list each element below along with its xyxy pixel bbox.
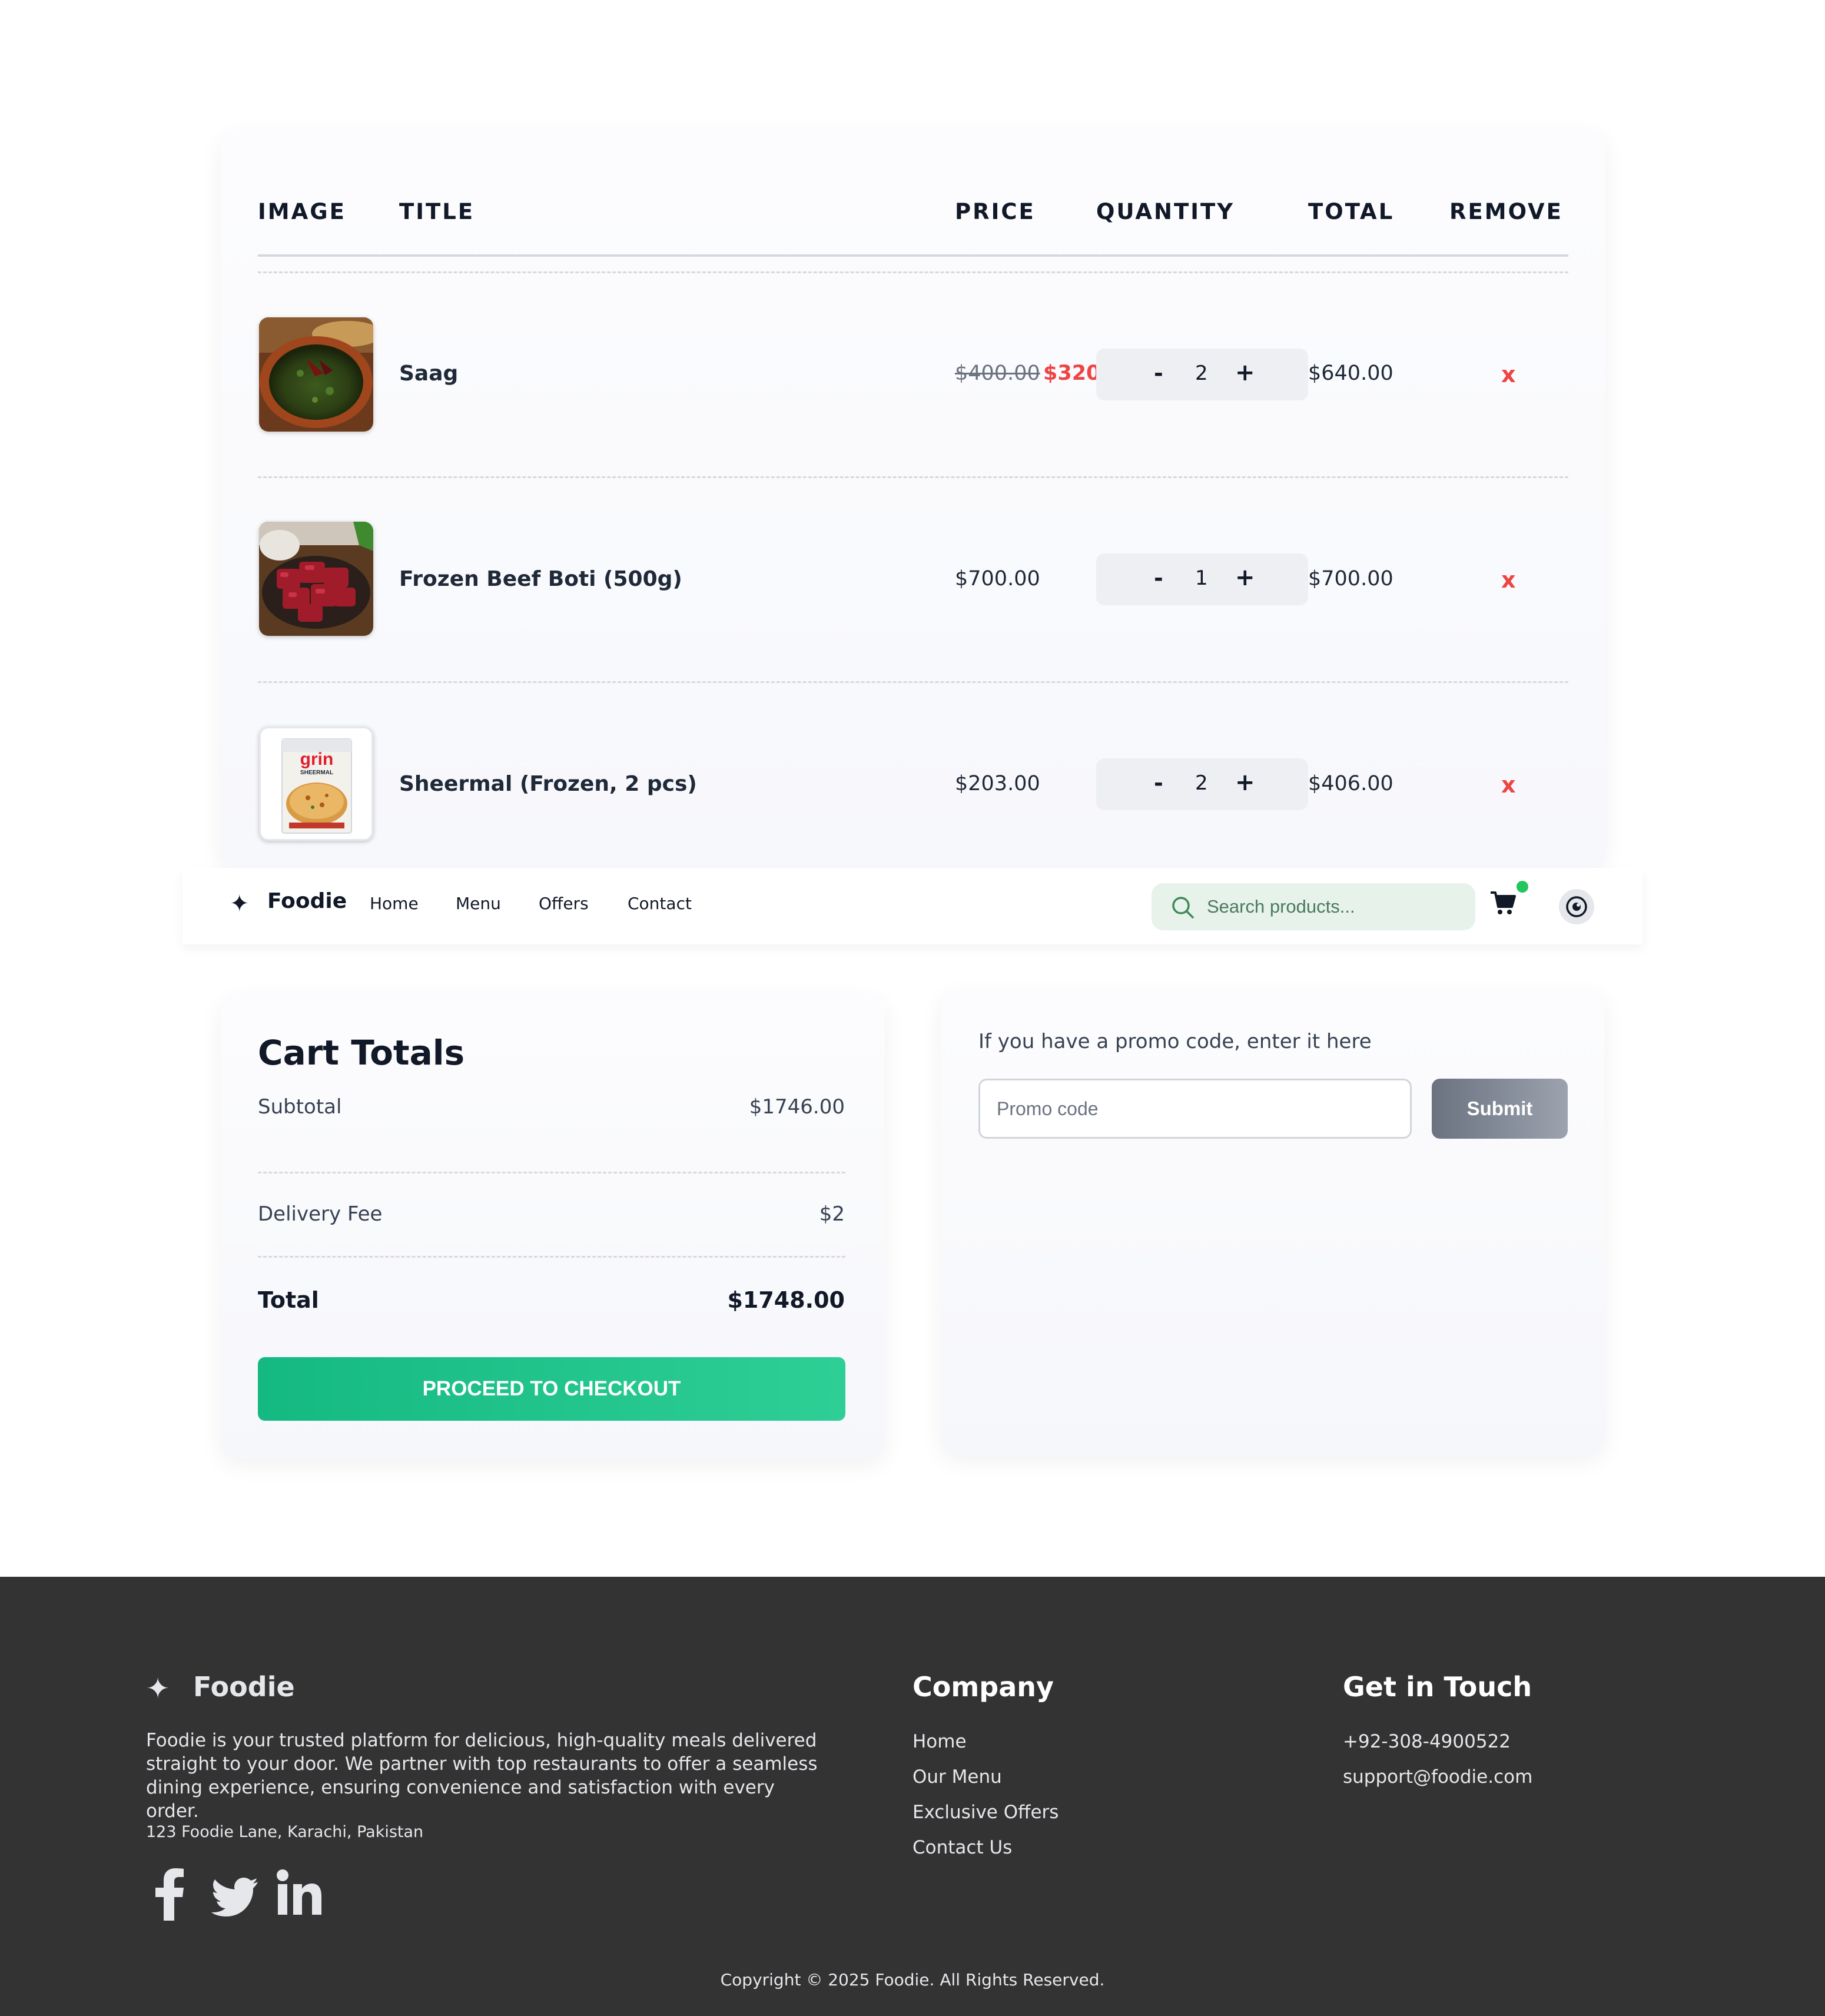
- promo-code-label: If you have a promo code, enter it here: [978, 1030, 1372, 1053]
- decrease-quantity-button[interactable]: -: [1154, 770, 1163, 796]
- header-image: IMAGE: [258, 199, 346, 224]
- product-image-beef-boti: [259, 522, 373, 636]
- search-icon[interactable]: [1170, 895, 1195, 920]
- subtotal-value: $1746.00: [749, 1095, 845, 1119]
- promo-submit-button[interactable]: Submit: [1432, 1079, 1568, 1139]
- package-brand: grin: [300, 750, 334, 769]
- cart-badge-dot: [1517, 881, 1528, 893]
- header-quantity: QUANTITY: [1096, 199, 1235, 224]
- subtotal-label: Subtotal: [258, 1095, 342, 1119]
- total-label: Total: [258, 1287, 319, 1313]
- sparkle-logo-icon: ✦: [230, 890, 250, 917]
- cart-totals-card: Cart Totals Subtotal $1746.00 Delivery F…: [221, 995, 885, 1459]
- footer-link-home[interactable]: Home: [912, 1731, 967, 1752]
- package-label: SHEERMAL: [300, 770, 333, 776]
- product-title[interactable]: Frozen Beef Boti (500g): [399, 567, 682, 591]
- footer-link-contact-us[interactable]: Contact Us: [912, 1837, 1012, 1858]
- remove-item-button[interactable]: x: [1501, 362, 1516, 387]
- increase-quantity-button[interactable]: +: [1235, 359, 1255, 386]
- product-title[interactable]: Sheermal (Frozen, 2 pcs): [399, 772, 697, 796]
- user-circle-icon: [1566, 896, 1587, 917]
- nav-link-home[interactable]: Home: [370, 894, 419, 913]
- line-total: $700.00: [1308, 567, 1393, 591]
- footer-description: Foodie is your trusted platform for deli…: [146, 1730, 818, 1822]
- footer-address: 123 Foodie Lane, Karachi, Pakistan: [146, 1823, 424, 1841]
- nav-logo[interactable]: Foodie: [267, 889, 347, 913]
- nav-link-contact[interactable]: Contact: [628, 894, 692, 913]
- product-sale-price: $320.: [1043, 362, 1096, 385]
- nav-link-offers[interactable]: Offers: [539, 894, 589, 913]
- increase-quantity-button[interactable]: +: [1235, 769, 1255, 796]
- header-remove: REMOVE: [1449, 199, 1563, 224]
- quantity-value: 1: [1195, 566, 1208, 590]
- footer: ✦ Foodie Foodie is your trusted platform…: [0, 1577, 1825, 2016]
- row-divider: [258, 271, 1568, 273]
- linkedin-icon[interactable]: [277, 1868, 321, 1921]
- promo-code-input[interactable]: [978, 1079, 1412, 1139]
- line-total: $406.00: [1308, 772, 1393, 795]
- delivery-fee-label: Delivery Fee: [258, 1202, 383, 1226]
- facebook-icon[interactable]: [154, 1868, 185, 1921]
- copyright-text: Copyright © 2025 Foodie. All Rights Rese…: [720, 1970, 1105, 1990]
- quantity-stepper: - 2 +: [1096, 349, 1308, 400]
- quantity-value: 2: [1195, 771, 1208, 795]
- header-title: TITLE: [399, 199, 475, 224]
- footer-link-exclusive-offers[interactable]: Exclusive Offers: [912, 1802, 1058, 1823]
- totals-divider: [258, 1172, 845, 1173]
- company-heading: Company: [912, 1671, 1054, 1703]
- cart-icon[interactable]: [1489, 890, 1517, 916]
- footer-logo[interactable]: Foodie: [193, 1671, 295, 1703]
- promo-code-card: If you have a promo code, enter it here …: [941, 991, 1605, 1455]
- footer-link-our-menu[interactable]: Our Menu: [912, 1766, 1002, 1788]
- product-title[interactable]: Saag: [399, 362, 458, 386]
- navbar: ✦ Foodie Home Menu Offers Contact: [182, 868, 1642, 944]
- product-image-sheermal: grin SHEERMAL: [259, 727, 373, 841]
- search-input[interactable]: [1207, 891, 1460, 922]
- increase-quantity-button[interactable]: +: [1235, 564, 1255, 591]
- product-old-price: $400.00: [955, 362, 1040, 385]
- total-value: $1748.00: [727, 1287, 845, 1313]
- get-in-touch-heading: Get in Touch: [1343, 1671, 1532, 1703]
- search-bar: [1152, 883, 1475, 930]
- remove-item-button[interactable]: x: [1501, 567, 1516, 593]
- footer-email[interactable]: support@foodie.com: [1343, 1766, 1532, 1788]
- proceed-to-checkout-button[interactable]: PROCEED TO CHECKOUT: [258, 1357, 845, 1421]
- quantity-stepper: - 1 +: [1096, 553, 1308, 605]
- product-price: $203.00: [955, 772, 1040, 795]
- header-total: TOTAL: [1308, 199, 1395, 224]
- profile-button[interactable]: [1559, 889, 1594, 924]
- cart-table-card: [221, 131, 1605, 868]
- header-divider: [258, 254, 1568, 257]
- product-image-saag: [259, 317, 373, 432]
- sparkle-logo-icon: ✦: [146, 1672, 170, 1705]
- quantity-value: 2: [1195, 362, 1208, 385]
- decrease-quantity-button[interactable]: -: [1154, 565, 1163, 591]
- twitter-icon[interactable]: [210, 1868, 259, 1921]
- cart-totals-title: Cart Totals: [258, 1033, 465, 1073]
- quantity-stepper: - 2 +: [1096, 758, 1308, 810]
- decrease-quantity-button[interactable]: -: [1154, 360, 1163, 386]
- totals-divider: [258, 1256, 845, 1258]
- delivery-fee-value: $2: [819, 1202, 845, 1226]
- nav-link-menu[interactable]: Menu: [456, 894, 501, 913]
- header-price: PRICE: [955, 199, 1036, 224]
- remove-item-button[interactable]: x: [1501, 772, 1516, 798]
- row-divider: [258, 476, 1568, 478]
- row-divider: [258, 681, 1568, 683]
- product-price: $700.00: [955, 567, 1040, 591]
- footer-phone: +92-308-4900522: [1343, 1731, 1511, 1752]
- line-total: $640.00: [1308, 362, 1393, 385]
